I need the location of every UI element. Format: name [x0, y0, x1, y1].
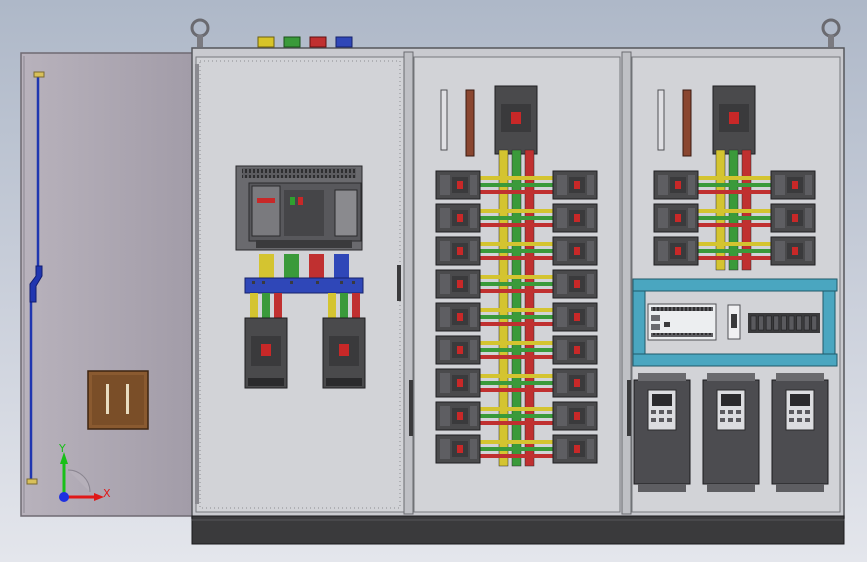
branch-link: [478, 176, 558, 180]
incoming-breaker[interactable]: [494, 85, 538, 155]
branch-link: [478, 374, 558, 378]
cabinet-section-right[interactable]: [631, 56, 841, 513]
branch-link: [478, 308, 558, 312]
main-busbar: [244, 277, 364, 294]
branch-link: [695, 249, 775, 253]
branch-link: [478, 190, 558, 194]
branch-breaker[interactable]: [770, 236, 816, 266]
cabinet-section-middle[interactable]: [413, 56, 621, 513]
terminal-strip[interactable]: [748, 313, 820, 333]
branch-link: [478, 440, 558, 444]
branch-breaker[interactable]: [435, 434, 481, 464]
branch-breaker[interactable]: [435, 269, 481, 299]
incoming-breaker[interactable]: [712, 85, 756, 155]
branch-breaker[interactable]: [435, 368, 481, 398]
branch-breaker[interactable]: [653, 203, 699, 233]
branch-breaker[interactable]: [552, 401, 598, 431]
branch-breaker[interactable]: [435, 170, 481, 200]
branch-link: [695, 209, 775, 213]
branch-link: [478, 407, 558, 411]
branch-link: [695, 223, 775, 227]
branch-link: [695, 176, 775, 180]
variable-frequency-drive[interactable]: [633, 373, 691, 492]
opened-door[interactable]: [20, 52, 194, 517]
branch-link: [478, 341, 558, 345]
cabinet-section-left[interactable]: [195, 56, 405, 513]
air-circuit-breaker[interactable]: [235, 165, 363, 251]
triad-y-label: Y: [58, 442, 66, 455]
triad-x-label: X: [103, 487, 111, 500]
molded-case-breaker[interactable]: [244, 317, 288, 389]
branch-link: [478, 216, 558, 220]
branch-breaker[interactable]: [552, 236, 598, 266]
branch-link: [695, 242, 775, 246]
branch-link: [478, 421, 558, 425]
branch-breaker[interactable]: [552, 170, 598, 200]
variable-frequency-drive[interactable]: [771, 373, 829, 492]
branch-link: [695, 183, 775, 187]
branch-link: [478, 322, 558, 326]
branch-breaker[interactable]: [552, 302, 598, 332]
branch-link: [478, 282, 558, 286]
door-lock-icon[interactable]: [87, 370, 149, 430]
variable-frequency-drive[interactable]: [702, 373, 760, 492]
branch-link: [478, 447, 558, 451]
branch-link: [478, 209, 558, 213]
branch-breaker[interactable]: [552, 434, 598, 464]
branch-breaker[interactable]: [552, 368, 598, 398]
branch-link: [478, 355, 558, 359]
lifting-eye-icon: [190, 18, 210, 47]
branch-breaker[interactable]: [653, 236, 699, 266]
top-terminal-blocks: [257, 36, 353, 48]
branch-link: [478, 381, 558, 385]
branch-breaker[interactable]: [552, 269, 598, 299]
cabinet-3d-view[interactable]: X Y: [0, 0, 867, 562]
branch-link: [695, 190, 775, 194]
branch-breaker[interactable]: [435, 335, 481, 365]
branch-link: [478, 348, 558, 352]
branch-link: [478, 183, 558, 187]
branch-link: [478, 289, 558, 293]
branch-breaker[interactable]: [435, 236, 481, 266]
branch-link: [478, 388, 558, 392]
branch-link: [478, 223, 558, 227]
branch-link: [478, 249, 558, 253]
lifting-eye-icon: [821, 18, 841, 47]
branch-link: [478, 315, 558, 319]
branch-breaker[interactable]: [770, 170, 816, 200]
branch-breaker[interactable]: [552, 335, 598, 365]
branch-link: [478, 256, 558, 260]
branch-breaker[interactable]: [435, 302, 481, 332]
branch-breaker[interactable]: [435, 401, 481, 431]
branch-breaker[interactable]: [770, 203, 816, 233]
branch-breaker[interactable]: [552, 203, 598, 233]
branch-link: [478, 454, 558, 458]
branch-link: [478, 414, 558, 418]
branch-link: [478, 242, 558, 246]
branch-link: [695, 256, 775, 260]
branch-link: [478, 275, 558, 279]
molded-case-breaker[interactable]: [322, 317, 366, 389]
branch-breaker[interactable]: [435, 203, 481, 233]
branch-breaker[interactable]: [653, 170, 699, 200]
plc-module[interactable]: [647, 303, 717, 341]
branch-link: [695, 216, 775, 220]
